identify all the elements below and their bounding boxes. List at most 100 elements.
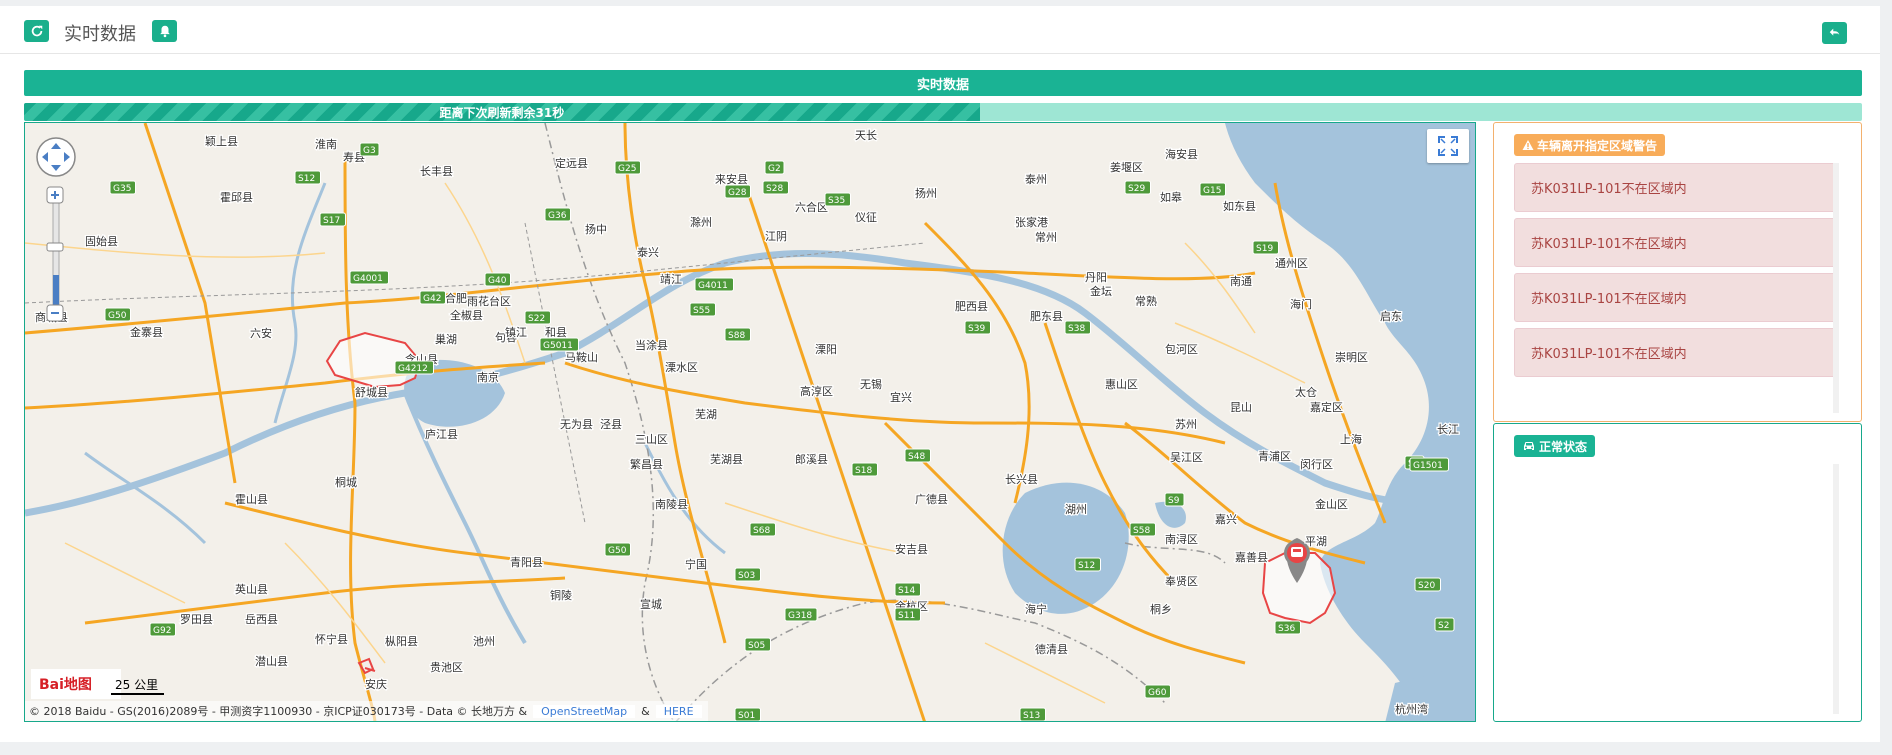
realtime-data-banner: 实时数据 [24,70,1862,96]
road-shield: S17 [319,212,346,227]
map-place-label: 滁州 [690,215,712,229]
map-place-label: 和县 [545,326,567,339]
car-icon [1524,442,1534,450]
road-shield: S14 [894,582,921,597]
map-place-label: 嘉善县 [1235,550,1268,564]
refresh-progress-bar: 距离下次刷新剩余31秒 [24,103,1862,121]
road-shield-label: G5011 [543,341,573,351]
road-shield: G50 [604,542,631,557]
alert-item[interactable]: 苏K031LP-101不在区域内 [1514,163,1836,212]
map-place-label: 吴江区 [1170,451,1203,464]
map-place-label: 奉贤区 [1165,574,1198,588]
road-shield: G4011 [694,277,734,292]
map-place-label: 溧阳 [815,342,837,356]
road-shield-label: G60 [1148,688,1167,698]
alert-panel: 车辆离开指定区域警告 苏K031LP-101不在区域内 苏K031LP-101不… [1493,122,1862,422]
map-place-label: 南浔区 [1165,533,1198,546]
zoom-out-button[interactable] [46,304,64,322]
alert-item[interactable]: 苏K031LP-101不在区域内 [1514,273,1836,322]
road-shield-label: S03 [738,571,755,581]
openstreetmap-link[interactable]: OpenStreetMap [533,704,636,718]
road-shield-label: S58 [1133,526,1150,536]
road-shield-label: S9 [1168,496,1180,506]
road-shield-label: S39 [968,324,985,334]
map-place-label: 雨花台区 [467,294,511,308]
road-shield: G318 [784,607,818,622]
map-scale: 25 公里 [111,676,165,695]
refresh-button[interactable] [24,20,49,42]
map-place-label: 德清县 [1035,642,1068,656]
road-shield-label: S48 [908,452,925,462]
map-place-label: 嘉定区 [1310,400,1343,414]
road-shield-label: G2 [768,164,781,174]
map-place-label: 启东 [1380,310,1402,323]
back-arrow-icon [1829,28,1839,37]
map-place-label: 扬州 [915,186,937,200]
road-shield: S38 [1064,320,1091,335]
normal-list-scrollbar[interactable] [1833,464,1839,714]
map-place-label: 泰州 [1025,172,1047,186]
road-shield: S9 [1164,492,1185,507]
road-shield-label: S36 [1278,624,1295,634]
map-place-label: 南京 [477,370,499,384]
fullscreen-button[interactable] [1427,129,1469,163]
road-shield: G25 [614,160,641,175]
road-shield: G35 [109,180,136,195]
map-place-label: 枞阳县 [385,635,418,648]
road-shield-label: S19 [1256,244,1273,254]
road-shield: S48 [904,448,931,463]
road-shield-label: S12 [298,174,315,184]
map-place-label: 闵行区 [1300,457,1333,471]
map-place-label: 霍山县 [235,493,268,506]
map-navigation-control[interactable] [35,135,77,335]
map-place-label: 海门 [1290,297,1312,311]
map-place-label: 湖州 [1065,503,1087,516]
road-shield: G1501 [1409,457,1449,472]
notification-button[interactable] [152,20,177,42]
road-shield-label: G50 [608,546,627,556]
map-view[interactable]: 淮南颖上县寿县长丰县霍邱县固始县商城县金寨县六安定远县滁州来安县天长六合区仪征扬… [24,122,1476,722]
here-link[interactable]: HERE [655,704,702,718]
map-canvas[interactable]: 淮南颖上县寿县长丰县霍邱县固始县商城县金寨县六安定远县滁州来安县天长六合区仪征扬… [25,123,1476,722]
back-button[interactable] [1822,22,1847,44]
map-place-label: 宣城 [640,597,662,611]
map-place-label: 贵池区 [430,661,463,674]
zoom-slider-handle[interactable] [46,242,64,252]
map-place-label: 扬中 [585,222,607,236]
map-place-label: 怀宁县 [315,632,348,646]
road-shield: S22 [524,310,551,325]
road-shield: S39 [964,320,991,335]
map-place-label: 定远县 [555,156,588,170]
normal-panel-title: 正常状态 [1514,435,1596,457]
alert-item[interactable]: 苏K031LP-101不在区域内 [1514,328,1836,377]
map-place-label: 张家港 [1015,215,1048,229]
map-place-label: 肥东县 [1030,310,1063,323]
map-place-label: 芜湖 [695,407,717,421]
road-shield-label: G4011 [698,281,728,291]
page-title: 实时数据 [64,24,136,45]
road-shield: G50 [104,307,131,322]
alert-item[interactable]: 苏K031LP-101不在区域内 [1514,218,1836,267]
normal-status-panel: 正常状态 [1493,423,1862,722]
map-place-label: 太仓 [1295,385,1317,399]
map-place-label: 靖江 [660,273,682,286]
bell-icon [159,25,170,38]
top-bar: 实时数据 [0,6,1880,54]
map-place-label: 来安县 [715,172,748,186]
road-shield-label: G35 [113,184,131,194]
map-place-label: 宁国 [685,557,707,571]
map-place-label: 昆山 [1230,401,1252,414]
road-shield-label: S2 [1438,621,1449,631]
logo-text: Bai地图 [39,677,92,693]
road-shield: S12 [1074,557,1101,572]
map-place-label: 广德县 [915,492,948,506]
alert-list-scrollbar[interactable] [1833,163,1839,413]
page: 实时数据 实时数据 距离下次刷新剩余31秒 淮南 颖上县 寿县 长丰县 霍邱县 … [0,6,1880,742]
map-place-label: 海宁 [1025,602,1047,616]
zoom-in-button[interactable] [46,186,64,204]
map-place-label: 肥西县 [955,300,988,313]
road-shield: S18 [851,462,878,477]
pan-control[interactable] [36,137,76,177]
refresh-icon [31,25,42,37]
map-place-label: 如皋 [1160,190,1182,204]
